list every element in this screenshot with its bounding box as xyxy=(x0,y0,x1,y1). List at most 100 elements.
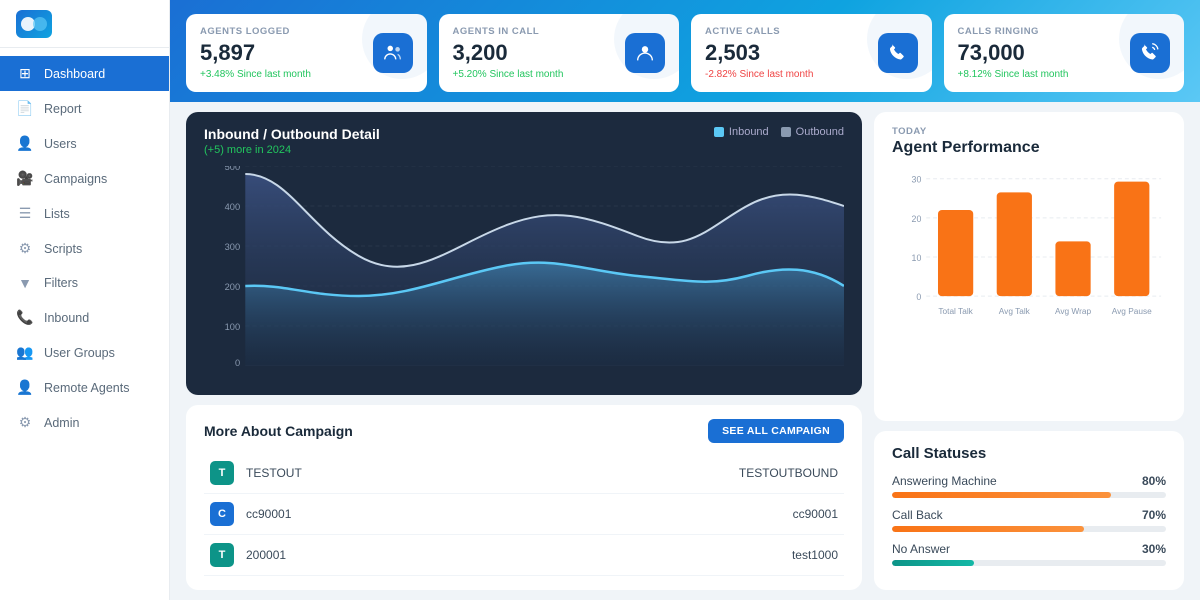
chart-legend: Inbound Outbound xyxy=(714,126,844,138)
right-panel: TODAY Agent Performance 30 20 10 0 xyxy=(874,112,1184,590)
remote-agents-icon: 👤 xyxy=(16,379,34,396)
stat-label-2: ACTIVE CALLS xyxy=(705,26,878,37)
sidebar-item-label: Inbound xyxy=(44,311,89,325)
perf-title: Agent Performance xyxy=(892,139,1166,157)
sidebar-item-admin[interactable]: ⚙ Admin xyxy=(0,405,169,440)
svg-text:100: 100 xyxy=(225,322,240,332)
nav: ⊞ Dashboard 📄 Report 👤 Users 🎥 Campaigns… xyxy=(0,48,169,600)
stat-value-3: 73,000 xyxy=(958,41,1131,65)
stat-active-calls: ACTIVE CALLS 2,503 -2.82% Since last mon… xyxy=(691,14,932,92)
svg-text:Avg Pause: Avg Pause xyxy=(1112,306,1152,316)
campaign-card: More About Campaign SEE ALL CAMPAIGN T T… xyxy=(186,405,862,590)
today-label: TODAY xyxy=(892,126,1166,137)
legend-inbound-dot xyxy=(714,127,724,137)
left-panel: Inbound / Outbound Detail (+5) more in 2… xyxy=(186,112,862,590)
progress-bar-0 xyxy=(892,492,1166,498)
svg-text:300: 300 xyxy=(225,242,240,252)
campaign-table: T TESTOUT TESTOUTBOUND C cc90001 cc90001… xyxy=(204,453,844,576)
svg-text:Avg Talk: Avg Talk xyxy=(999,306,1031,316)
report-icon: 📄 xyxy=(16,100,34,117)
svg-text:30: 30 xyxy=(912,175,922,185)
stat-agents-in-call: AGENTS IN CALL 3,200 +5.20% Since last m… xyxy=(439,14,680,92)
perf-chart-area: 30 20 10 0 Total Talk Avg Talk Avg Wrap xyxy=(892,167,1166,347)
legend-outbound: Outbound xyxy=(781,126,844,138)
content-area: Inbound / Outbound Detail (+5) more in 2… xyxy=(170,102,1200,600)
progress-bar-1 xyxy=(892,526,1166,532)
status-name-0: Answering Machine xyxy=(892,474,997,488)
chart-svg: 500 400 300 200 100 0 Jan Feb Mar Apr Ma… xyxy=(204,166,844,366)
sidebar-item-report[interactable]: 📄 Report xyxy=(0,91,169,126)
svg-text:0: 0 xyxy=(235,358,240,366)
sidebar-item-campaigns[interactable]: 🎥 Campaigns xyxy=(0,161,169,196)
camp-icon-1: C xyxy=(210,502,234,526)
chart-area: 500 400 300 200 100 0 Jan Feb Mar Apr Ma… xyxy=(204,166,844,366)
stat-calls-ringing: CALLS RINGING 73,000 +8.12% Since last m… xyxy=(944,14,1185,92)
status-pct-0: 80% xyxy=(1142,474,1166,488)
campaigns-icon: 🎥 xyxy=(16,170,34,187)
progress-fill-2 xyxy=(892,560,974,566)
sidebar: ⊞ Dashboard 📄 Report 👤 Users 🎥 Campaigns… xyxy=(0,0,170,600)
sidebar-item-label: Dashboard xyxy=(44,67,105,81)
sidebar-item-filters[interactable]: ▼ Filters xyxy=(0,266,169,300)
sidebar-item-label: Report xyxy=(44,102,82,116)
status-name-1: Call Back xyxy=(892,508,943,522)
sidebar-item-label: Admin xyxy=(44,416,79,430)
svg-text:Total Talk: Total Talk xyxy=(938,306,973,316)
campaign-title: More About Campaign xyxy=(204,423,353,439)
progress-bar-2 xyxy=(892,560,1166,566)
performance-card: TODAY Agent Performance 30 20 10 0 xyxy=(874,112,1184,421)
progress-fill-0 xyxy=(892,492,1111,498)
svg-text:500: 500 xyxy=(225,166,240,172)
sidebar-item-label: User Groups xyxy=(44,346,115,360)
status-row-1: Call Back 70% xyxy=(892,508,1166,532)
chart-card: Inbound / Outbound Detail (+5) more in 2… xyxy=(186,112,862,395)
main-content: AGENTS LOGGED 5,897 +3.48% Since last mo… xyxy=(170,0,1200,600)
camp-bound-2: test1000 xyxy=(469,535,844,576)
sidebar-item-users[interactable]: 👤 Users xyxy=(0,126,169,161)
logo xyxy=(0,0,169,48)
camp-icon-2: T xyxy=(210,543,234,567)
stat-value-2: 2,503 xyxy=(705,41,878,65)
camp-name-1: cc90001 xyxy=(240,494,469,535)
stat-icon-1 xyxy=(625,33,665,73)
svg-text:10: 10 xyxy=(912,253,922,263)
status-pct-1: 70% xyxy=(1142,508,1166,522)
legend-inbound: Inbound xyxy=(714,126,769,138)
sidebar-item-lists[interactable]: ☰ Lists xyxy=(0,196,169,231)
stat-label-0: AGENTS LOGGED xyxy=(200,26,373,37)
table-row: T TESTOUT TESTOUTBOUND xyxy=(204,453,844,494)
sidebar-item-dashboard[interactable]: ⊞ Dashboard xyxy=(0,56,169,91)
sidebar-item-label: Campaigns xyxy=(44,172,107,186)
table-row: T 200001 test1000 xyxy=(204,535,844,576)
sidebar-item-remote-agents[interactable]: 👤 Remote Agents xyxy=(0,370,169,405)
camp-icon-0: T xyxy=(210,461,234,485)
svg-text:0: 0 xyxy=(916,292,921,302)
perf-chart-svg: 30 20 10 0 Total Talk Avg Talk Avg Wrap xyxy=(892,167,1166,347)
sidebar-item-label: Scripts xyxy=(44,242,82,256)
call-statuses-title: Call Statuses xyxy=(892,445,1166,462)
admin-icon: ⚙ xyxy=(16,414,34,431)
svg-text:20: 20 xyxy=(912,214,922,224)
lists-icon: ☰ xyxy=(16,205,34,222)
svg-text:Avg Wrap: Avg Wrap xyxy=(1055,306,1092,316)
camp-bound-1: cc90001 xyxy=(469,494,844,535)
sidebar-item-scripts[interactable]: ⚙ Scripts xyxy=(0,231,169,266)
see-all-campaign-button[interactable]: SEE ALL CAMPAIGN xyxy=(708,419,844,443)
svg-text:200: 200 xyxy=(225,282,240,292)
status-pct-2: 30% xyxy=(1142,542,1166,556)
sidebar-item-label: Users xyxy=(44,137,77,151)
inbound-icon: 📞 xyxy=(16,309,34,326)
stat-value-1: 3,200 xyxy=(453,41,626,65)
sidebar-item-inbound[interactable]: 📞 Inbound xyxy=(0,300,169,335)
sidebar-item-user-groups[interactable]: 👥 User Groups xyxy=(0,335,169,370)
sidebar-item-label: Filters xyxy=(44,276,78,290)
stat-value-0: 5,897 xyxy=(200,41,373,65)
sidebar-item-label: Remote Agents xyxy=(44,381,129,395)
stats-row: AGENTS LOGGED 5,897 +3.48% Since last mo… xyxy=(170,0,1200,102)
camp-name-0: TESTOUT xyxy=(240,453,469,494)
filters-icon: ▼ xyxy=(16,275,34,291)
call-statuses-card: Call Statuses Answering Machine 80% Call… xyxy=(874,431,1184,590)
stat-icon-3 xyxy=(1130,33,1170,73)
stat-change-2: -2.82% Since last month xyxy=(705,69,878,80)
stat-change-3: +8.12% Since last month xyxy=(958,69,1131,80)
